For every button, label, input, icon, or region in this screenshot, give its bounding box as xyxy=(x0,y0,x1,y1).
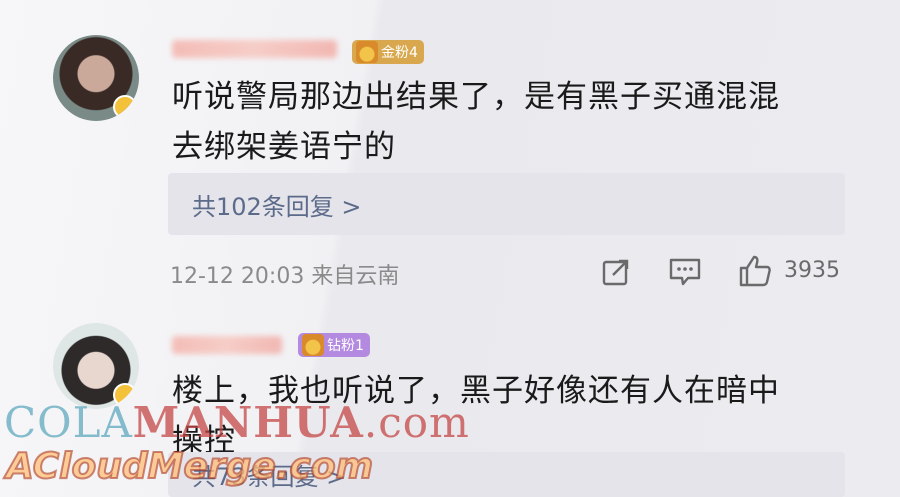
crown-icon xyxy=(302,334,324,356)
like-thumb-icon[interactable] xyxy=(737,253,773,289)
reply-icon[interactable] xyxy=(668,256,702,288)
user-avatar-1[interactable] xyxy=(53,35,139,121)
view-replies-button-1[interactable]: 共102条回复 > xyxy=(168,173,845,235)
like-count-1: 3935 xyxy=(784,258,840,283)
crown-icon xyxy=(356,41,378,63)
verified-badge-icon xyxy=(113,95,137,119)
user-avatar-2[interactable] xyxy=(53,323,139,409)
username-blurred-2[interactable] xyxy=(172,336,282,354)
share-icon[interactable] xyxy=(600,256,632,288)
watermark-acloudmerge: ACloudMerge.com xyxy=(5,445,374,488)
fan-level-badge-1: 金粉4 xyxy=(352,40,424,64)
comment-text-1: 听说警局那边出结果了，是有黑子买通混混 去绑架姜语宁的 xyxy=(172,79,780,165)
watermark-colamanhua: COLAMANHUA.com xyxy=(4,398,470,447)
comment-time-location-1: 12-12 20:03 来自云南 xyxy=(170,264,400,289)
username-blurred-1[interactable] xyxy=(172,40,337,58)
fan-level-badge-2: 钻粉1 xyxy=(298,333,370,357)
